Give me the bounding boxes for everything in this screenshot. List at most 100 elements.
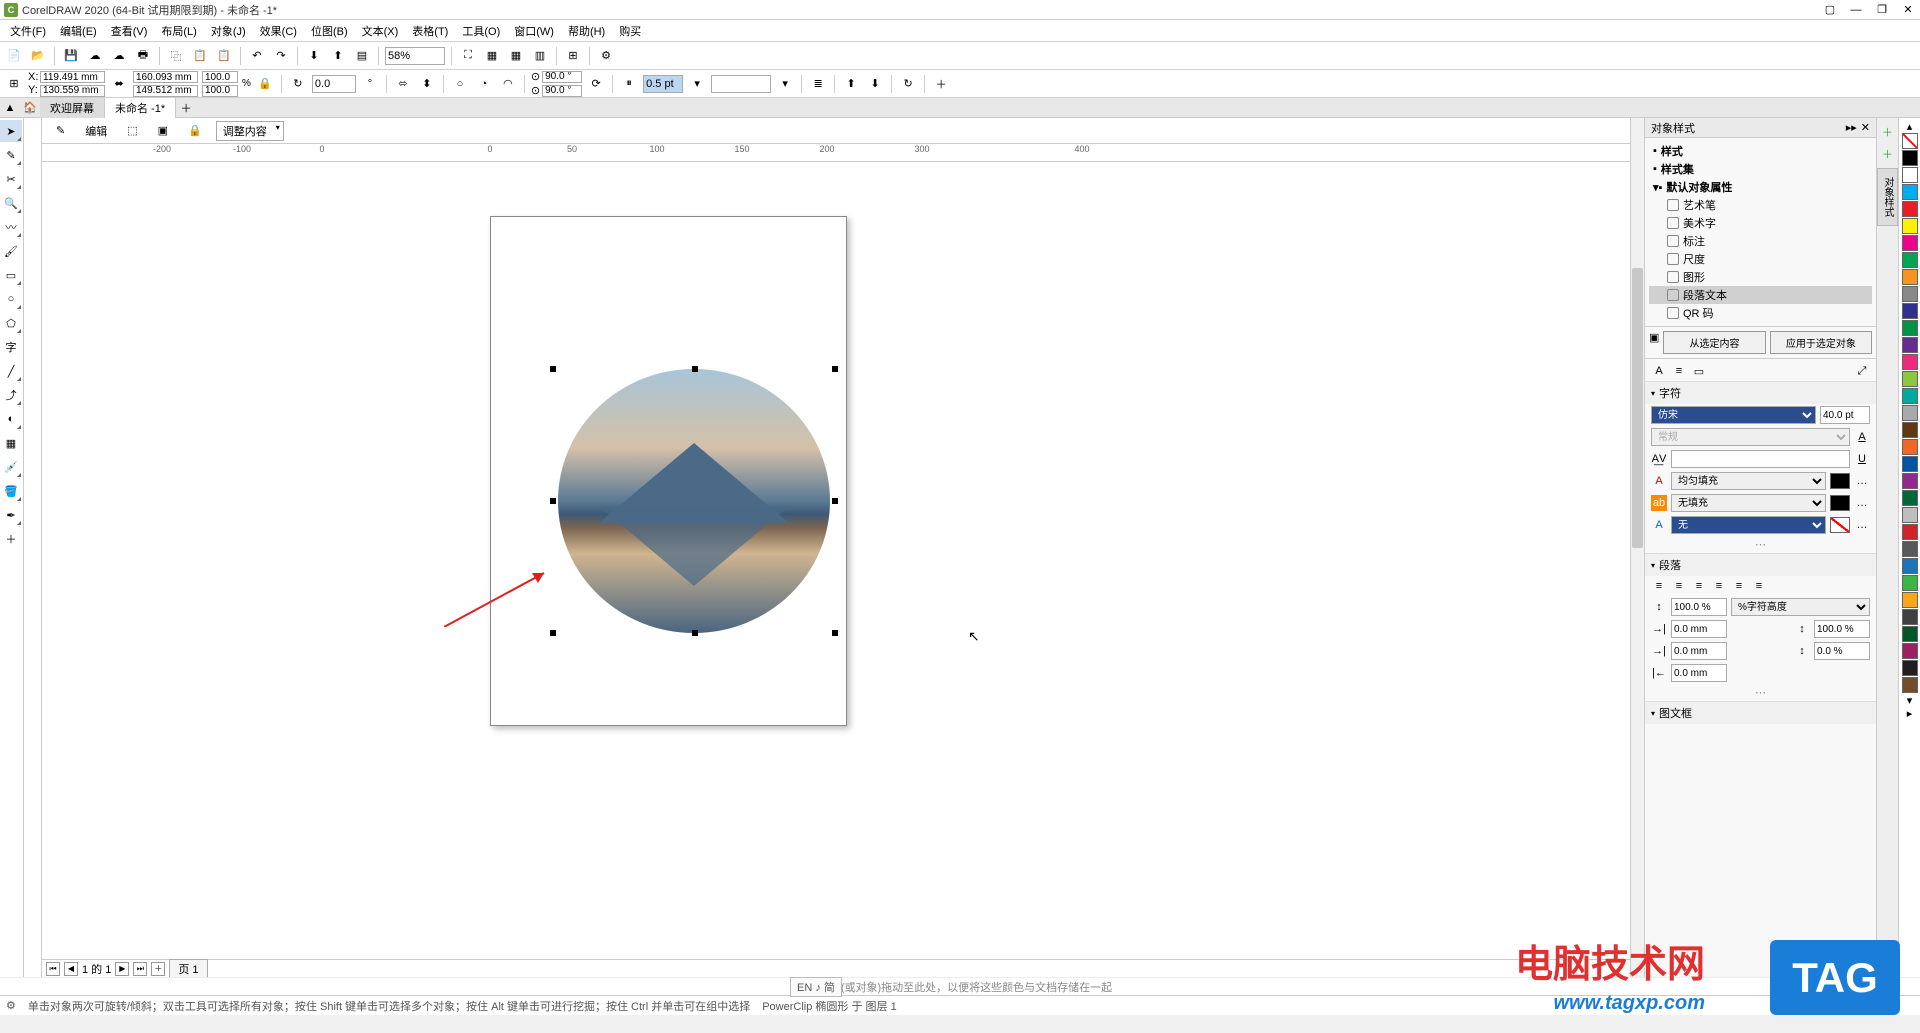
color-swatch[interactable] bbox=[1902, 388, 1918, 404]
menu-file[interactable]: 文件(F) bbox=[4, 21, 52, 41]
tree-defaults[interactable]: ▾▪默认对象属性 bbox=[1649, 178, 1872, 196]
save-icon[interactable]: 💾 bbox=[61, 46, 81, 66]
fill-color-swatch[interactable] bbox=[1830, 473, 1850, 489]
guides-icon[interactable]: ▥ bbox=[530, 46, 550, 66]
color-swatch[interactable] bbox=[1902, 439, 1918, 455]
outline-tool-icon[interactable]: ✒ bbox=[0, 504, 22, 526]
paste-icon[interactable]: 📋 bbox=[190, 46, 210, 66]
selection-handle[interactable] bbox=[832, 498, 838, 504]
scaley-input[interactable] bbox=[202, 85, 238, 97]
color-swatch[interactable] bbox=[1902, 184, 1918, 200]
color-swatch[interactable] bbox=[1902, 677, 1918, 693]
polygon-tool-icon[interactable]: ⬠ bbox=[0, 312, 22, 334]
color-swatch[interactable] bbox=[1902, 371, 1918, 387]
vertical-scrollbar[interactable] bbox=[1630, 118, 1644, 977]
menu-bitmap[interactable]: 位图(B) bbox=[305, 21, 354, 41]
add-page-icon[interactable]: ＋ bbox=[151, 962, 165, 976]
next-page-icon[interactable]: ▶ bbox=[115, 962, 129, 976]
select-frame-icon[interactable]: ▣ bbox=[152, 121, 174, 141]
align-left-icon[interactable]: ≡ bbox=[1671, 578, 1687, 594]
color-swatch[interactable] bbox=[1902, 643, 1918, 659]
color-swatch[interactable] bbox=[1902, 609, 1918, 625]
shape-tool-icon[interactable]: ✎ bbox=[0, 144, 22, 166]
angle-input[interactable] bbox=[312, 75, 356, 93]
menu-window[interactable]: 窗口(W) bbox=[508, 21, 560, 41]
zoom-tool-icon[interactable]: 🔍 bbox=[0, 192, 22, 214]
color-swatch[interactable] bbox=[1902, 303, 1918, 319]
docker-close-icon[interactable]: ✕ bbox=[1861, 121, 1870, 134]
color-swatch[interactable] bbox=[1902, 201, 1918, 217]
color-swatch[interactable] bbox=[1902, 286, 1918, 302]
color-swatch[interactable] bbox=[1902, 269, 1918, 285]
arc-end-input[interactable] bbox=[542, 85, 582, 97]
color-swatch[interactable] bbox=[1902, 218, 1918, 234]
pick-tool-icon[interactable]: ➤ bbox=[0, 120, 22, 142]
section-more-icon[interactable]: ⋯ bbox=[1645, 684, 1876, 701]
order-back-icon[interactable]: ⬇ bbox=[865, 74, 885, 94]
palette-flyout-icon[interactable]: ▸ bbox=[1907, 707, 1913, 720]
linestyle-dropdown-icon[interactable]: ▾ bbox=[775, 74, 795, 94]
first-page-icon[interactable]: ⏮ bbox=[46, 962, 60, 976]
color-swatch[interactable] bbox=[1902, 320, 1918, 336]
open-icon[interactable]: 📂 bbox=[28, 46, 48, 66]
indent4-input[interactable] bbox=[1814, 642, 1870, 660]
print-icon[interactable]: 🖶 bbox=[133, 46, 153, 66]
selection-handle[interactable] bbox=[832, 366, 838, 372]
cloud-open-icon[interactable]: ☁ bbox=[109, 46, 129, 66]
no-color-swatch[interactable] bbox=[1902, 133, 1918, 149]
expand-tool-icon[interactable]: ＋ bbox=[0, 528, 22, 550]
color-swatch[interactable] bbox=[1902, 490, 1918, 506]
bg-color-swatch[interactable] bbox=[1830, 495, 1850, 511]
gear-icon[interactable]: ⚙ bbox=[6, 999, 16, 1012]
arc-icon[interactable]: ◠ bbox=[498, 74, 518, 94]
tree-stylesets[interactable]: ▪样式集 bbox=[1649, 160, 1872, 178]
palette-down-icon[interactable]: ▾ bbox=[1907, 694, 1913, 707]
undo-icon[interactable]: ↶ bbox=[247, 46, 267, 66]
indent5-input[interactable] bbox=[1671, 664, 1727, 682]
import-icon[interactable]: ⬇ bbox=[304, 46, 324, 66]
mirror-h-icon[interactable]: ⬄ bbox=[393, 74, 413, 94]
align-center-icon[interactable]: ≡ bbox=[1691, 578, 1707, 594]
docker-tab-objectstyles[interactable]: 对象样式 bbox=[1877, 168, 1898, 226]
from-selection-button[interactable]: 从选定内容 bbox=[1663, 331, 1765, 354]
options-icon[interactable]: ⚙ bbox=[596, 46, 616, 66]
menu-view[interactable]: 查看(V) bbox=[105, 21, 154, 41]
fill-type-select[interactable]: 均匀填充 bbox=[1671, 472, 1826, 490]
expand-icon[interactable]: ⤢ bbox=[1854, 363, 1870, 379]
outline-select[interactable]: 无 bbox=[1671, 516, 1826, 534]
new-style-icon[interactable]: ▣ bbox=[1649, 331, 1659, 354]
pick-tool-mini-icon[interactable]: ▲ bbox=[0, 98, 20, 118]
lock-contents-icon[interactable]: 🔒 bbox=[182, 121, 208, 141]
connector-icon[interactable]: ⤴ bbox=[0, 384, 22, 406]
fullscreen-icon[interactable]: ⛶ bbox=[458, 46, 478, 66]
height-input[interactable] bbox=[133, 85, 198, 97]
cloud-save-icon[interactable]: ☁ bbox=[85, 46, 105, 66]
width-input[interactable] bbox=[133, 71, 198, 83]
add-tab-icon[interactable]: ＋ bbox=[176, 100, 196, 116]
indent2-input[interactable] bbox=[1814, 620, 1870, 638]
palette-up-icon[interactable]: ▴ bbox=[1907, 120, 1913, 133]
close-icon[interactable]: ✕ bbox=[1900, 2, 1916, 18]
copy-icon[interactable]: ⿻ bbox=[166, 46, 186, 66]
origin-icon[interactable]: ⊞ bbox=[4, 74, 24, 94]
tree-styles[interactable]: ▪样式 bbox=[1649, 142, 1872, 160]
transparency-icon[interactable]: ▦ bbox=[0, 432, 22, 454]
convert-curves-icon[interactable]: ↻ bbox=[898, 74, 918, 94]
menu-object[interactable]: 对象(J) bbox=[205, 21, 252, 41]
selection-handle[interactable] bbox=[832, 630, 838, 636]
tab-document[interactable]: 未命名 -1* bbox=[105, 98, 176, 118]
y-input[interactable] bbox=[40, 85, 105, 97]
underline-icon[interactable]: A bbox=[1854, 429, 1870, 445]
adjust-content-dropdown[interactable]: 调整内容 bbox=[216, 121, 284, 141]
tree-item[interactable]: 尺度 bbox=[1649, 250, 1872, 268]
section-paragraph[interactable]: 段落 bbox=[1645, 553, 1876, 576]
selection-handle[interactable] bbox=[550, 630, 556, 636]
color-swatch[interactable] bbox=[1902, 405, 1918, 421]
outline-width-input[interactable] bbox=[643, 75, 683, 93]
color-swatch[interactable] bbox=[1902, 541, 1918, 557]
minimize-icon[interactable]: — bbox=[1848, 2, 1864, 18]
menu-tools[interactable]: 工具(O) bbox=[456, 21, 506, 41]
powerclip-ellipse[interactable] bbox=[558, 369, 830, 633]
char-tab-icon[interactable]: A bbox=[1651, 363, 1667, 379]
color-swatch[interactable] bbox=[1902, 150, 1918, 166]
